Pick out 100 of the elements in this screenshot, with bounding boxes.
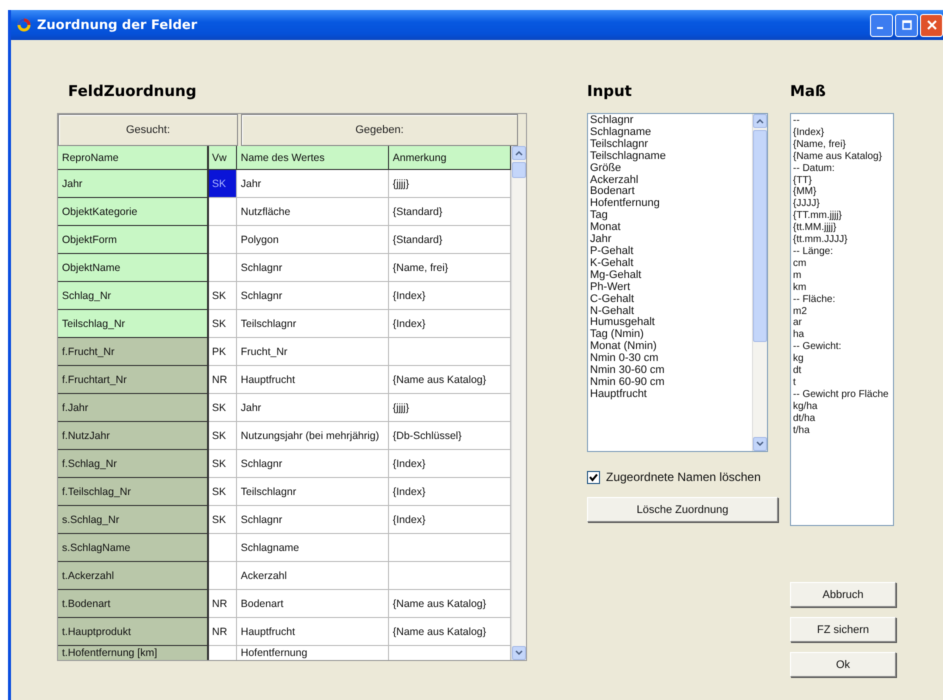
table-cell: Teilschlagnr — [236, 310, 389, 338]
list-item[interactable]: cm — [793, 258, 891, 270]
app-icon — [17, 18, 31, 32]
list-item[interactable]: -- — [793, 115, 891, 127]
table-cell: {Standard} — [388, 226, 512, 254]
list-item[interactable]: Tag — [590, 210, 750, 222]
table-cell: t.Hofentfernung [km] — [58, 646, 210, 660]
table-cell: PK — [209, 338, 237, 366]
list-item[interactable]: Größe — [590, 162, 750, 175]
list-item[interactable]: km — [793, 282, 891, 294]
list-item[interactable]: Ackerzahl — [590, 174, 750, 186]
table-cell: Schlagnr — [236, 254, 389, 282]
maximize-button[interactable] — [895, 14, 918, 36]
list-item[interactable]: m — [793, 270, 891, 282]
list-item[interactable]: {Name aus Katalog} — [793, 150, 891, 163]
checkbox[interactable] — [587, 470, 600, 484]
list-item[interactable]: Bodenart — [590, 186, 750, 198]
list-item[interactable]: {Index} — [793, 126, 891, 139]
table-cell: SK — [209, 170, 237, 198]
checkbox-label[interactable]: Zugeordnete Namen löschen — [606, 470, 761, 484]
table-cell: {Index} — [388, 310, 512, 338]
column-header[interactable]: Anmerkung — [388, 146, 512, 170]
table-cell: SK — [209, 450, 237, 478]
section-heading: Input — [587, 82, 633, 102]
column-header[interactable]: Name des Wertes — [236, 146, 389, 170]
list-item[interactable]: {tt.MM.jjjj} — [793, 222, 891, 234]
list-item[interactable]: {MM} — [793, 186, 891, 198]
list-item[interactable]: Teilschlagnr — [590, 138, 750, 151]
scroll-down-icon[interactable] — [753, 437, 767, 451]
list-item[interactable]: Nmin 0-30 cm — [590, 353, 750, 366]
list-item[interactable]: ha — [793, 329, 891, 342]
table-cell: {jjjj} — [388, 170, 512, 198]
list-item[interactable]: {JJJJ} — [793, 198, 891, 210]
table-cell: Nutzfläche — [236, 198, 389, 226]
column-group-header: Gegeben: — [241, 114, 518, 146]
list-item[interactable]: -- Fläche: — [793, 294, 891, 306]
table-cell: f.Frucht_Nr — [58, 338, 210, 366]
table-cell: {Index} — [388, 450, 512, 478]
list-item[interactable]: Mg-Gehalt — [590, 270, 750, 282]
column-header[interactable]: ReproName — [58, 146, 210, 170]
list-item[interactable]: -- Gewicht: — [793, 341, 891, 354]
list-item[interactable]: -- Datum: — [793, 162, 891, 175]
list-item[interactable]: Teilschlagname — [590, 150, 750, 163]
table-cell: Hofentfernung — [236, 646, 389, 660]
list-item[interactable]: dt/ha — [793, 412, 891, 425]
list-item[interactable]: Monat (Nmin) — [590, 341, 750, 354]
list-item[interactable]: {TT} — [793, 174, 891, 186]
list-item[interactable]: C-Gehalt — [590, 294, 750, 306]
list-item[interactable]: Hofentfernung — [590, 198, 750, 210]
column-header[interactable]: Vw — [209, 146, 237, 170]
table-cell: f.Jahr — [58, 394, 210, 422]
scrollbar[interactable] — [752, 114, 767, 451]
table-cell: Nutzungsjahr (bei mehrjährig) — [236, 422, 389, 450]
list-item[interactable]: -- Länge: — [793, 246, 891, 258]
list-item[interactable]: Tag (Nmin) — [590, 329, 750, 342]
dialog-button[interactable]: Ok — [790, 652, 896, 677]
list-item[interactable]: Nmin 60-90 cm — [590, 376, 750, 389]
list-item[interactable]: t/ha — [793, 424, 891, 436]
scroll-thumb[interactable] — [753, 130, 767, 342]
scrollbar[interactable] — [511, 146, 526, 660]
list-item[interactable]: t — [793, 376, 891, 389]
dialog-button[interactable]: Abbruch — [790, 582, 896, 607]
list-item[interactable]: dt — [793, 365, 891, 377]
list-item[interactable]: Monat — [590, 222, 750, 234]
list-item[interactable]: K-Gehalt — [590, 258, 750, 270]
list-item[interactable]: ar — [793, 317, 891, 330]
scroll-down-icon[interactable] — [512, 646, 526, 660]
minimize-button[interactable] — [870, 14, 893, 36]
list-item[interactable]: kg/ha — [793, 400, 891, 413]
list-item[interactable]: Ph-Wert — [590, 282, 750, 294]
scroll-up-icon[interactable] — [512, 146, 526, 160]
list-item[interactable]: {TT.mm.jjjj} — [793, 210, 891, 222]
table-cell: {jjjj} — [388, 394, 512, 422]
dialog-button[interactable]: FZ sichern — [790, 617, 896, 642]
list-item[interactable]: {Name, frei} — [793, 138, 891, 151]
table-cell: Jahr — [236, 170, 389, 198]
scroll-up-icon[interactable] — [753, 114, 767, 128]
list-item[interactable]: P-Gehalt — [590, 246, 750, 258]
list-item[interactable]: Humusgehalt — [590, 317, 750, 330]
list-item[interactable]: Schlagname — [590, 126, 750, 139]
list-item[interactable]: -- Gewicht pro Fläche — [793, 388, 891, 401]
section-heading: Maß — [790, 82, 827, 102]
scroll-thumb[interactable] — [512, 162, 526, 178]
list-item[interactable]: Nmin 30-60 cm — [590, 365, 750, 377]
list-item[interactable]: kg — [793, 353, 891, 366]
list-item[interactable]: N-Gehalt — [590, 306, 750, 318]
list-item[interactable]: Schlagnr — [590, 115, 750, 127]
table-cell: ObjektName — [58, 254, 210, 282]
close-icon — [926, 20, 936, 30]
table-cell: {Name aus Katalog} — [388, 590, 512, 618]
list-item[interactable]: Hauptfrucht — [590, 388, 750, 401]
table-cell: SK — [209, 394, 237, 422]
table-cell: Schlagname — [236, 534, 389, 562]
list-item[interactable]: Jahr — [590, 234, 750, 246]
close-button[interactable] — [920, 14, 943, 36]
clear-mapping-button[interactable]: Lösche Zuordnung — [587, 497, 778, 522]
table-cell: {Standard} — [388, 198, 512, 226]
list-item[interactable]: m2 — [793, 306, 891, 318]
table-cell: Teilschlagnr — [236, 478, 389, 506]
list-item[interactable]: {tt.mm.JJJJ} — [793, 234, 891, 246]
